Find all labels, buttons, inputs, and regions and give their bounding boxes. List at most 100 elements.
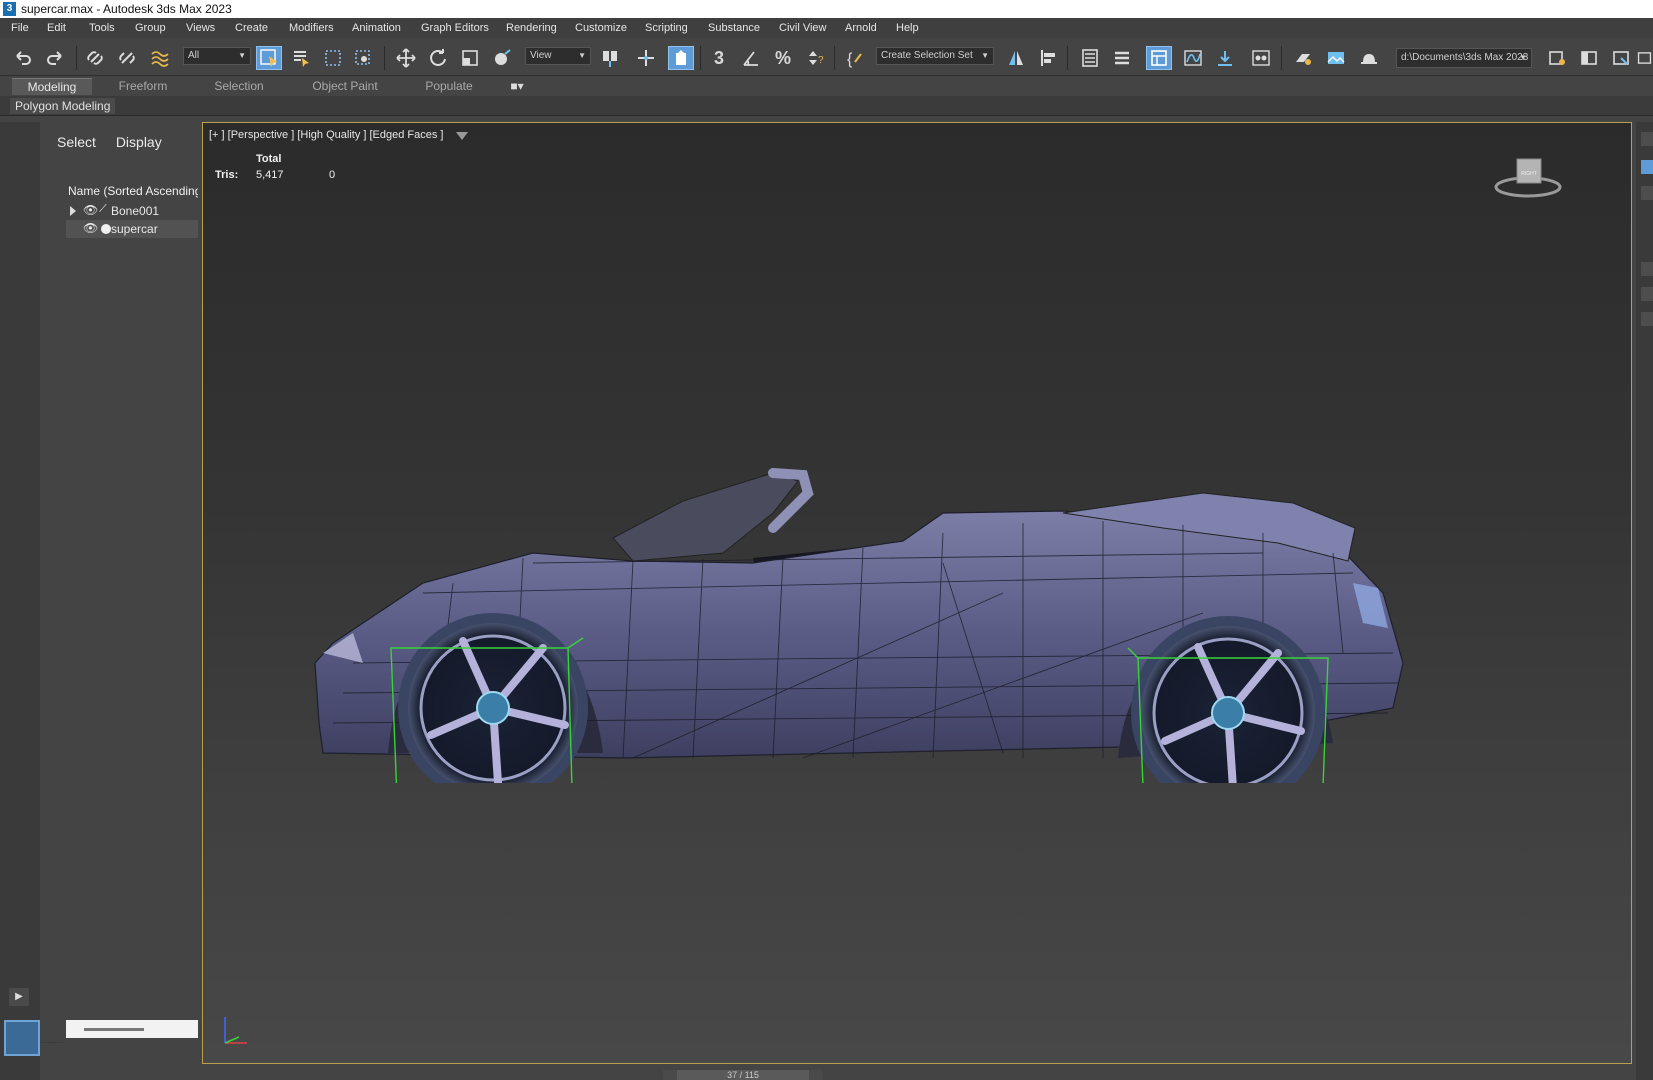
geometry-icon (101, 224, 111, 234)
tab-selection[interactable]: Selection (198, 78, 280, 95)
object-name: supercar (111, 222, 158, 236)
render-production-icon[interactable] (1356, 46, 1382, 70)
time-slider-prev[interactable] (663, 1070, 677, 1080)
explorer-display-menu[interactable]: Display (116, 134, 162, 150)
rectangular-selection-icon[interactable] (320, 46, 346, 70)
rendered-frame-window-icon[interactable] (1323, 46, 1349, 70)
menu-group[interactable]: Group (135, 22, 166, 34)
viewport-label-menu[interactable]: [+ ] [Perspective ] [High Quality ] [Edg… (209, 129, 443, 141)
panel-button[interactable] (1641, 287, 1653, 301)
menu-arnold[interactable]: Arnold (845, 22, 877, 34)
time-slider-next[interactable] (809, 1070, 823, 1080)
menu-substance[interactable]: Substance (708, 22, 760, 34)
menu-file[interactable]: File (11, 22, 29, 34)
spinner-snap-icon[interactable]: ? (802, 46, 828, 70)
menu-scripting[interactable]: Scripting (645, 22, 688, 34)
unlink-selection-icon[interactable] (114, 46, 140, 70)
menu-tools[interactable]: Tools (89, 22, 115, 34)
viewport-filter-icon[interactable] (456, 132, 468, 140)
toggle-ribbon-icon[interactable] (1146, 46, 1172, 70)
viewport-layout-thumbnail[interactable] (4, 1020, 40, 1056)
explorer-select-menu[interactable]: Select (57, 134, 96, 150)
toggle-scene-explorer-icon[interactable] (1077, 46, 1103, 70)
geometry-panel-icon[interactable] (1641, 160, 1653, 174)
tab-object-paint[interactable]: Object Paint (302, 78, 388, 95)
viewcube-face-label: RIGHT (1521, 171, 1537, 177)
create-selection-set-dropdown[interactable]: Create Selection Set ▼ (876, 47, 994, 65)
stats-tris-label: Tris: (215, 169, 239, 181)
tab-modeling[interactable]: Modeling (12, 78, 92, 95)
explorer-horizontal-scrollbar[interactable] (66, 1020, 198, 1038)
explorer-row-supercar[interactable]: 👁 supercar (66, 220, 198, 238)
menu-modifiers[interactable]: Modifiers (289, 22, 334, 34)
panel-tab[interactable] (1641, 186, 1653, 200)
select-object-icon[interactable] (256, 46, 282, 70)
scene-explorer: Select Display Name (Sorted Ascending) 👁… (41, 122, 198, 1042)
selection-filter-dropdown[interactable]: All ▼ (183, 47, 251, 65)
panel-button[interactable] (1641, 262, 1653, 276)
supercar-model[interactable] (303, 363, 1453, 783)
polygon-modeling-panel[interactable]: Polygon Modeling (10, 98, 116, 114)
rotate-icon[interactable] (425, 46, 451, 70)
scale-icon[interactable] (457, 46, 483, 70)
curve-editor-icon[interactable] (1180, 46, 1206, 70)
mirror-icon[interactable] (1003, 46, 1029, 70)
undo-icon[interactable] (10, 46, 36, 70)
window-crossing-icon[interactable] (350, 46, 376, 70)
create-panel-icon[interactable] (1641, 132, 1653, 146)
visibility-eye-icon[interactable]: 👁 (83, 221, 98, 235)
redo-icon[interactable] (42, 46, 68, 70)
explorer-row-bone001[interactable]: 👁 ⟋ Bone001 (66, 202, 198, 220)
stats-tris-selected: 0 (329, 169, 336, 181)
ribbon-options-icon[interactable]: ■▾ (500, 78, 534, 95)
3dsmax-app-icon: 3 (3, 2, 16, 16)
place-icon[interactable] (489, 46, 515, 70)
menu-animation[interactable]: Animation (352, 22, 401, 34)
bone-icon: ⟋ (99, 203, 107, 215)
time-slider-frame: 37 / 115 (727, 1070, 759, 1080)
expand-arrow-icon[interactable] (70, 206, 76, 216)
toggle-layer-explorer-icon[interactable] (1109, 46, 1135, 70)
reference-coordinate-dropdown[interactable]: View ▼ (525, 47, 591, 65)
select-manipulate-icon[interactable] (633, 46, 659, 70)
visibility-eye-icon[interactable]: 👁 (83, 203, 98, 217)
window-title: supercar.max - Autodesk 3ds Max 2023 (21, 2, 232, 16)
percent-snap-icon[interactable]: % (770, 46, 796, 70)
time-slider[interactable]: 37 / 115 (663, 1070, 823, 1080)
align-icon[interactable] (1035, 46, 1061, 70)
schematic-view-icon[interactable] (1212, 46, 1238, 70)
name-column-header[interactable]: Name (Sorted Ascending) (68, 184, 198, 202)
ribbon-panel-bar: Polygon Modeling (0, 96, 1653, 116)
snaps-toggle-icon[interactable]: 3 (706, 46, 732, 70)
menu-civil-view[interactable]: Civil View (779, 22, 826, 34)
tab-freeform[interactable]: Freeform (104, 78, 182, 95)
tab-populate[interactable]: Populate (412, 78, 486, 95)
select-and-link-icon[interactable] (82, 46, 108, 70)
material-editor-icon[interactable] (1248, 46, 1274, 70)
keyboard-shortcut-override-icon[interactable] (668, 46, 694, 70)
project-folder-dropdown[interactable]: d:\Documents\3ds Max 2023 ▼ (1396, 48, 1532, 68)
bind-to-space-warp-icon[interactable] (146, 46, 172, 70)
edit-named-selection-icon[interactable]: { (842, 46, 868, 70)
menu-create[interactable]: Create (235, 22, 268, 34)
select-by-name-icon[interactable] (288, 46, 314, 70)
command-panel-edge (1636, 122, 1653, 1080)
move-icon[interactable] (393, 46, 419, 70)
project-icon-3[interactable] (1608, 46, 1634, 70)
angle-snap-icon[interactable] (738, 46, 764, 70)
menu-help[interactable]: Help (896, 22, 919, 34)
menu-edit[interactable]: Edit (47, 22, 66, 34)
menu-rendering[interactable]: Rendering (506, 22, 557, 34)
menu-graph-editors[interactable]: Graph Editors (421, 22, 489, 34)
menu-views[interactable]: Views (186, 22, 215, 34)
pivot-center-icon[interactable] (597, 46, 623, 70)
project-icon-2[interactable] (1576, 46, 1602, 70)
panel-button[interactable] (1641, 312, 1653, 326)
expand-toolbar-icon[interactable]: ▶ (9, 988, 29, 1006)
viewcube-icon[interactable]: RIGHT (1493, 151, 1563, 201)
menu-customize[interactable]: Customize (575, 22, 627, 34)
project-icon-1[interactable] (1544, 46, 1570, 70)
project-icon-4[interactable] (1636, 46, 1653, 70)
perspective-viewport[interactable]: [+ ] [Perspective ] [High Quality ] [Edg… (202, 122, 1632, 1064)
render-setup-icon[interactable] (1290, 46, 1316, 70)
